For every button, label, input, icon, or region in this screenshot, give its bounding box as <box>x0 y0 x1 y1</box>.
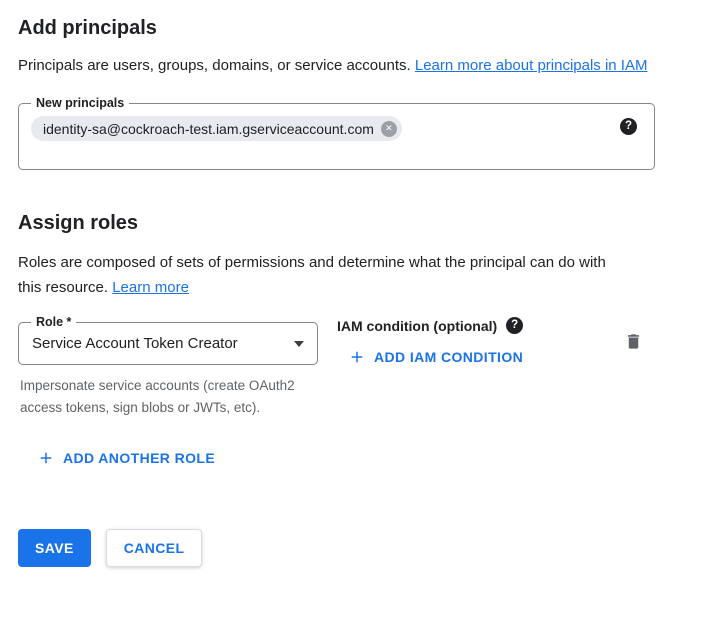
roles-description: Roles are composed of sets of permission… <box>18 250 618 300</box>
action-bar: SAVE CANCEL <box>18 529 695 567</box>
role-select[interactable]: Role * Service Account Token Creator <box>18 322 318 365</box>
role-helper-text: Impersonate service accounts (create OAu… <box>20 375 308 419</box>
chip-remove-icon[interactable]: ✕ <box>381 121 397 137</box>
role-row: Role * Service Account Token Creator Imp… <box>18 313 695 419</box>
save-button[interactable]: SAVE <box>18 529 91 567</box>
learn-more-principals-link[interactable]: Learn more about principals in IAM <box>415 57 648 74</box>
new-principals-field[interactable]: New principals identity-sa@cockroach-tes… <box>18 103 655 170</box>
cancel-button[interactable]: CANCEL <box>106 529 203 567</box>
role-selected-value: Service Account Token Creator <box>32 335 238 352</box>
iam-condition-help-icon[interactable]: ? <box>506 317 523 334</box>
add-principals-panel: Add principals Principals are users, gro… <box>0 0 713 567</box>
iam-condition-column: IAM condition (optional) ? ADD IAM CONDI… <box>337 313 523 371</box>
add-iam-condition-button[interactable]: ADD IAM CONDITION <box>348 348 523 366</box>
learn-more-roles-link[interactable]: Learn more <box>112 279 189 296</box>
role-label: Role * <box>31 314 76 330</box>
iam-condition-label-row: IAM condition (optional) ? <box>337 317 523 334</box>
principals-help-icon[interactable]: ? <box>620 118 637 135</box>
assign-roles-title: Assign roles <box>18 211 695 235</box>
add-another-role-button[interactable]: ADD ANOTHER ROLE <box>37 449 215 467</box>
role-column: Role * Service Account Token Creator Imp… <box>18 313 318 419</box>
principals-description: Principals are users, groups, domains, o… <box>18 53 668 78</box>
trash-icon <box>624 332 643 351</box>
plus-icon <box>348 348 366 366</box>
new-principals-label: New principals <box>31 95 129 111</box>
iam-condition-label: IAM condition (optional) <box>337 318 497 334</box>
roles-description-text: Roles are composed of sets of permission… <box>18 254 606 296</box>
principal-chip: identity-sa@cockroach-test.iam.gservicea… <box>31 116 402 141</box>
add-another-role-label: ADD ANOTHER ROLE <box>63 450 215 466</box>
page-title: Add principals <box>18 16 695 40</box>
delete-role-button[interactable] <box>622 330 645 353</box>
principals-description-text: Principals are users, groups, domains, o… <box>18 57 411 74</box>
add-iam-condition-label: ADD IAM CONDITION <box>374 349 523 365</box>
chevron-down-icon <box>294 341 304 347</box>
principal-chip-value: identity-sa@cockroach-test.iam.gservicea… <box>43 121 374 137</box>
plus-icon <box>37 449 55 467</box>
